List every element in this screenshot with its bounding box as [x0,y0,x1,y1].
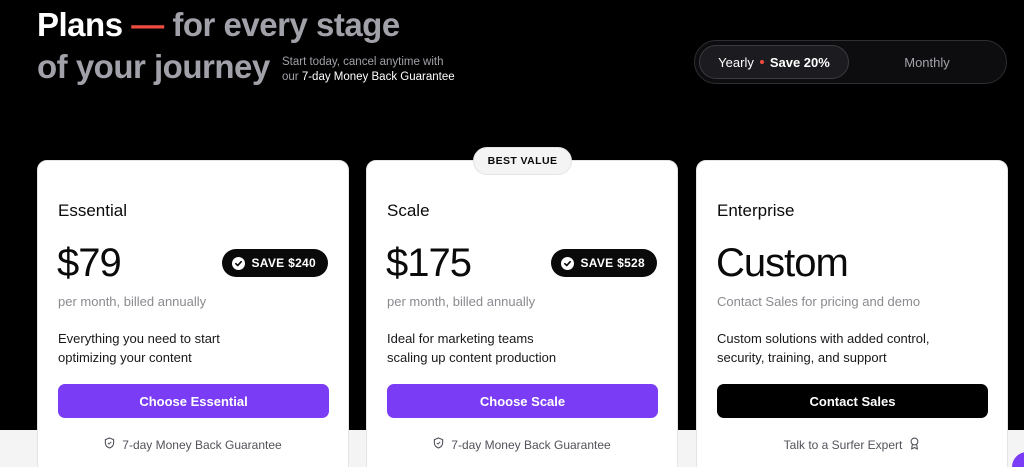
plan-description-line-2: optimizing your content [58,350,192,365]
title-plans: Plans [37,6,123,43]
guarantee-text: 7-day Money Back Guarantee [451,437,611,452]
billing-monthly-option[interactable]: Monthly [850,45,1004,79]
save-badge-label: SAVE $528 [580,256,645,270]
choose-essential-button[interactable]: Choose Essential [58,384,329,418]
plan-description-line-2: security, training, and support [717,350,887,365]
plan-card-enterprise: Enterprise Custom Contact Sales for pric… [696,160,1008,467]
plan-price: Custom [716,241,849,285]
expert-link-text: Talk to a Surfer Expert [783,438,903,452]
billing-note: per month, billed annually [58,294,207,309]
plan-name: Enterprise [717,201,795,220]
plan-footer: 7-day Money Back Guarantee [38,437,348,452]
monthly-label: Monthly [904,54,950,70]
yearly-label: Yearly [718,54,754,70]
contact-sales-button[interactable]: Contact Sales [717,384,988,418]
billing-yearly-option[interactable]: Yearly Save 20% [699,45,849,79]
save-badge: SAVE $528 [551,249,657,277]
billing-note: Contact Sales for pricing and demo [717,294,921,309]
header-subtext: Start today, cancel anytime with our 7-d… [282,55,455,85]
guarantee-text: 7-day Money Back Guarantee [122,437,282,452]
yearly-save-label: Save 20% [769,54,830,70]
title-tagline: for every stage [172,6,400,43]
check-circle-icon [561,256,575,270]
plan-description-line-1: Everything you need to start [58,331,220,346]
plan-description: Everything you need to start optimizing … [58,329,328,367]
plan-description-line-2: scaling up content production [387,350,557,365]
plan-card-scale: Scale $175 SAVE $528 per month, billed a… [366,160,678,467]
subtext-line-1: Start today, cancel anytime with [282,56,444,68]
billing-toggle: Yearly Save 20% Monthly [694,40,1007,84]
plan-footer: 7-day Money Back Guarantee [367,437,677,452]
plan-name: Essential [58,201,127,220]
subtext-guarantee: 7-day Money Back Guarantee [301,71,455,83]
save-badge-label: SAVE $240 [251,256,316,270]
plan-description: Custom solutions with added control, sec… [717,329,987,367]
plan-description-line-1: Ideal for marketing teams [387,331,534,346]
plan-name: Scale [387,201,430,220]
shield-icon [433,437,444,452]
billing-note: per month, billed annually [387,294,536,309]
best-value-badge: BEST VALUE [473,147,572,175]
separator-dot [759,60,764,64]
plan-price: $79 [57,241,122,285]
plan-price: $175 [386,241,472,285]
pricing-page: Plans — for every stage of your journey … [0,0,1024,467]
subtext-prefix: our [282,71,299,83]
plan-description: Ideal for marketing teams scaling up con… [387,329,657,367]
plan-description-line-1: Custom solutions with added control, [717,331,930,346]
title-dash: — [131,6,164,43]
plan-card-essential: Essential $79 SAVE $240 per month, bille… [37,160,349,467]
talk-to-expert-link[interactable]: Talk to a Surfer Expert [697,437,1007,453]
award-icon [909,437,920,453]
choose-scale-button[interactable]: Choose Scale [387,384,658,418]
check-circle-icon [232,256,246,270]
shield-icon [104,437,115,452]
save-badge: SAVE $240 [222,249,328,277]
